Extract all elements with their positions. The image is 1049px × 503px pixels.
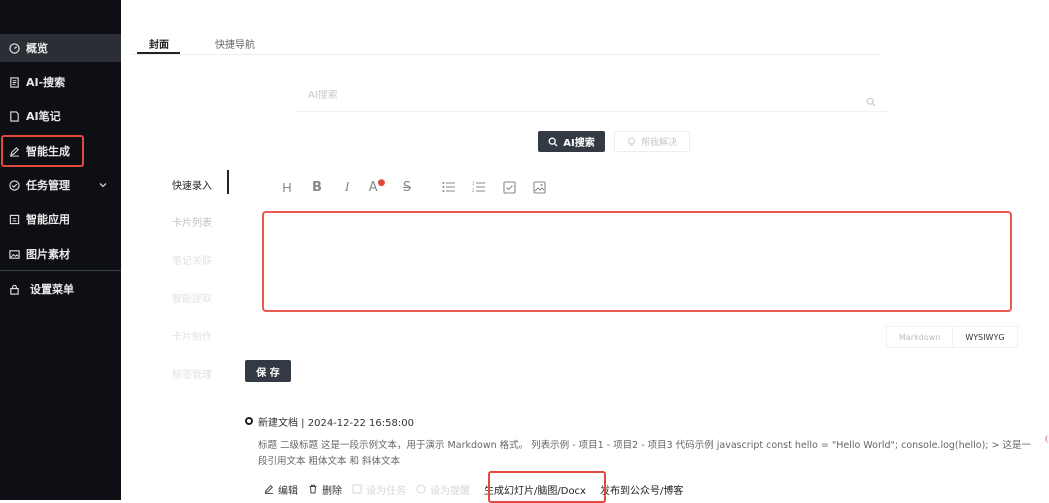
search-bar <box>296 84 888 112</box>
lock-icon <box>8 283 20 295</box>
sidebar: 概览 AI-搜索 AI笔记 智能生成 任务管理 智能应用 图片素材 设置菜单 <box>0 0 121 500</box>
document-preview: 标题 二级标题 这是一段示例文本，用于演示 Markdown 格式。 列表示例 … <box>258 440 1031 467</box>
set-reminder-button[interactable]: 设为提醒 <box>416 482 470 497</box>
search-icon[interactable] <box>866 92 876 111</box>
color-dot-icon: ● <box>377 178 386 188</box>
sidebar-divider <box>0 270 121 271</box>
search-icon <box>548 137 558 147</box>
edit-label: 编辑 <box>278 485 298 497</box>
sidebar-item-image-assets[interactable]: 图片素材 <box>0 240 121 268</box>
text-color-button[interactable]: A ● <box>362 177 392 197</box>
note-icon <box>8 110 20 122</box>
search-input[interactable] <box>308 90 848 101</box>
submenu-tag-management[interactable]: 标签管理 <box>172 366 212 381</box>
dashboard-icon <box>8 42 20 54</box>
submenu-card-list[interactable]: 卡片列表 <box>172 214 212 229</box>
sidebar-item-label: 图片素材 <box>26 248 70 261</box>
sidebar-item-label: AI-搜索 <box>26 76 66 89</box>
checkbox-icon <box>352 484 362 494</box>
delete-label: 删除 <box>322 485 342 497</box>
ai-search-button[interactable]: AI搜索 <box>538 131 605 152</box>
search-doc-icon <box>8 76 20 88</box>
editor-toolbar: H B I A ● S 12 <box>272 177 554 197</box>
save-button[interactable]: 保 存 <box>245 360 291 382</box>
sidebar-item-label: AI笔记 <box>26 110 61 123</box>
svg-text:2: 2 <box>472 188 475 193</box>
sidebar-item-overview[interactable]: 概览 <box>0 34 121 62</box>
editor-mode-switch: Markdown WYSIWYG <box>886 326 1018 348</box>
edge-marker <box>1045 435 1049 443</box>
mode-wysiwyg[interactable]: WYSIWYG <box>952 327 1016 347</box>
submenu-quick-entry[interactable]: 快速录入 <box>172 177 212 192</box>
svg-text:1: 1 <box>472 181 475 186</box>
submenu-active-indicator <box>227 170 229 194</box>
heading-button[interactable]: H <box>272 177 302 197</box>
strikethrough-button[interactable]: S <box>392 177 422 197</box>
submenu-smart-extract[interactable]: 智能提取 <box>172 290 212 305</box>
set-reminder-label: 设为提醒 <box>430 485 470 497</box>
sidebar-item-label: 智能应用 <box>26 213 70 226</box>
mode-markdown[interactable]: Markdown <box>887 327 952 347</box>
document-title[interactable]: 新建文档 | 2024-12-22 16:58:00 <box>258 414 414 429</box>
image-icon <box>8 248 20 260</box>
edit-button[interactable]: 编辑 <box>264 482 298 497</box>
italic-button[interactable]: I <box>332 177 362 197</box>
sidebar-item-task-management[interactable]: 任务管理 <box>0 171 121 199</box>
sidebar-item-smart-apps[interactable]: 智能应用 <box>0 205 121 233</box>
clock-icon <box>416 484 426 494</box>
publish-button[interactable]: 发布到公众号/博客 <box>600 482 683 497</box>
chevron-down-icon <box>99 179 107 192</box>
trash-icon <box>308 484 318 494</box>
highlight-annotation <box>1 135 84 167</box>
set-task-label: 设为任务 <box>366 485 406 497</box>
bullet-list-icon[interactable] <box>434 177 464 197</box>
sidebar-item-ai-notes[interactable]: AI笔记 <box>0 102 121 130</box>
editor-textarea[interactable] <box>262 211 1012 312</box>
edit-icon <box>264 484 274 494</box>
sidebar-item-settings-menu[interactable]: 设置菜单 <box>0 275 121 303</box>
submenu-card-making[interactable]: 卡片制作 <box>172 328 212 343</box>
tab-quick-nav[interactable]: 快捷导航 <box>215 36 255 51</box>
delete-button[interactable]: 删除 <box>308 482 342 497</box>
app-icon <box>8 213 20 225</box>
help-solve-button[interactable]: 帮我解决 <box>614 131 690 152</box>
document-actions: 编辑 删除 设为任务 设为提醒 生成幻灯片/脑图/Docx 发布到公众号/博客 <box>264 481 693 497</box>
sidebar-item-label: 任务管理 <box>26 179 70 192</box>
sidebar-item-label: 概览 <box>26 42 48 55</box>
tab-divider <box>130 54 880 55</box>
text-color-label: A <box>368 179 378 195</box>
help-solve-label: 帮我解决 <box>640 138 677 148</box>
tab-active-indicator <box>137 52 180 54</box>
ai-search-label: AI搜索 <box>563 138 595 149</box>
highlight-annotation <box>488 471 606 503</box>
tab-cover[interactable]: 封面 <box>149 36 169 51</box>
sidebar-item-label: 设置菜单 <box>30 283 74 296</box>
checkbox-icon[interactable] <box>494 177 524 197</box>
document-bullet <box>245 417 253 425</box>
ordered-list-icon[interactable]: 12 <box>464 177 494 197</box>
submenu-note-links[interactable]: 笔记关联 <box>172 252 212 267</box>
insert-image-icon[interactable] <box>524 177 554 197</box>
check-circle-icon <box>8 179 20 191</box>
sidebar-item-ai-search[interactable]: AI-搜索 <box>0 68 121 96</box>
set-task-button[interactable]: 设为任务 <box>352 482 406 497</box>
bold-button[interactable]: B <box>302 177 332 197</box>
bulb-icon <box>627 137 636 147</box>
